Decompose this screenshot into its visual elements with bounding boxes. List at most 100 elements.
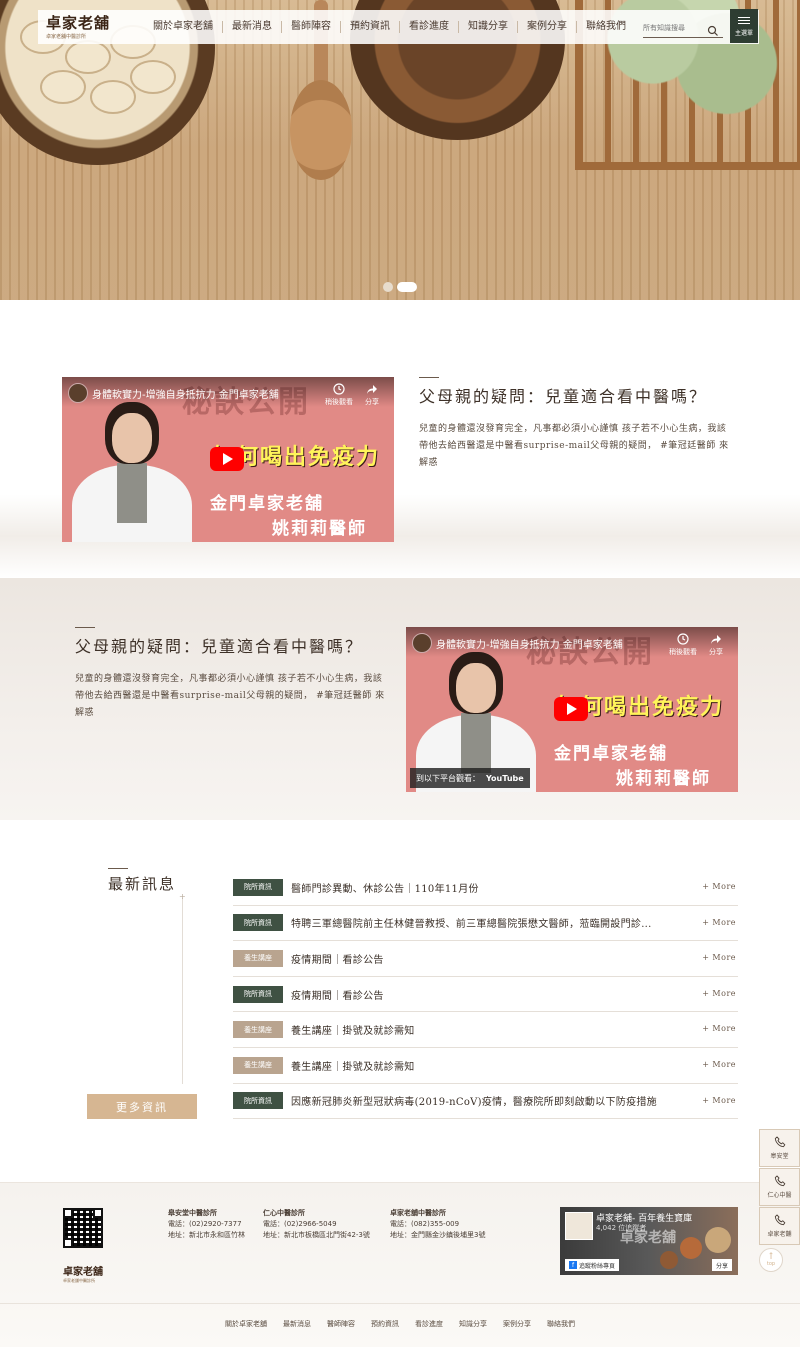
top-label: top xyxy=(766,1261,776,1267)
footer-nav-contact[interactable]: 聯絡我們 xyxy=(539,1319,583,1329)
hamburger-icon xyxy=(738,15,750,26)
news-more-link[interactable]: + More xyxy=(702,1060,736,1069)
nav-cases[interactable]: 案例分享 xyxy=(518,21,577,33)
nav-contact[interactable]: 聯絡我們 xyxy=(577,21,635,33)
back-to-top-button[interactable]: ↑ top xyxy=(759,1248,783,1272)
news-title-link[interactable]: 醫師門診異動、休診公告｜110年11月份 xyxy=(291,880,686,895)
news-more-link[interactable]: + More xyxy=(702,989,736,998)
video-doctor-name: 姚莉莉醫師 xyxy=(272,519,367,539)
video-heading-2: 父母親的疑問：兒童適合看中醫嗎？ xyxy=(75,637,364,656)
channel-avatar[interactable] xyxy=(68,383,88,403)
channel-avatar[interactable] xyxy=(412,633,432,653)
footer-logo[interactable]: 卓家老舖 卓家老舖中醫診所 xyxy=(63,1263,103,1284)
powder-spoon xyxy=(290,80,352,180)
video-title[interactable]: 身體軟實力-增強自身抵抗力 金門卓家老舖 xyxy=(92,386,322,401)
footer-nav-booking[interactable]: 預約資訊 xyxy=(363,1319,407,1329)
news-row[interactable]: 養生講座 養生講座｜掛號及就診需知 + More xyxy=(233,1012,738,1048)
facebook-cover-watermark: 卓家老舖 xyxy=(620,1230,676,1246)
more-news-button[interactable]: 更多資訊 xyxy=(87,1094,197,1119)
video-description-1: 兒童的身體還沒發育完全，凡事都必須小心謹慎 孩子若不小心生病，我該帶他去給西醫還… xyxy=(419,424,729,468)
nav-news[interactable]: 最新消息 xyxy=(223,21,282,33)
share-button[interactable]: 分享 xyxy=(360,383,384,407)
youtube-play-icon[interactable] xyxy=(210,447,244,471)
news-title-link[interactable]: 特聘三軍總醫院前主任林健晉教授、前三軍總醫院張懋文醫師，蒞臨開設門診... xyxy=(291,915,686,930)
clinic-name: 仁心中醫診所 xyxy=(263,1209,305,1217)
float-label: 皋安堂 xyxy=(770,1153,789,1160)
news-row[interactable]: 院所資訊 特聘三軍總醫院前主任林健晉教授、前三軍總醫院張懋文醫師，蒞臨開設門診..… xyxy=(233,906,738,942)
footer-nav-doctors[interactable]: 醫師陣容 xyxy=(319,1319,363,1329)
news-row[interactable]: 院所資訊 疫情期間｜看診公告 + More xyxy=(233,977,738,1013)
share-button[interactable]: 分享 xyxy=(704,633,728,657)
arrow-up-icon: ↑ xyxy=(767,1252,775,1262)
phone-icon xyxy=(774,1175,785,1187)
youtube-video-1[interactable]: 秘訣公開 如何喝出免疫力 金門卓家老舖 姚莉莉醫師 身體軟實力-增強自身抵抗力 … xyxy=(62,377,394,542)
nav-progress[interactable]: 看診進度 xyxy=(400,21,459,33)
footer-nav-cases[interactable]: 案例分享 xyxy=(495,1319,539,1329)
news-row[interactable]: 院所資訊 因應新冠肺炎新型冠狀病毒(2019-nCoV)疫情，醫療院所即刻啟動以下… xyxy=(233,1084,738,1120)
heading-rule xyxy=(419,377,439,378)
follow-label: 追蹤粉絲專頁 xyxy=(579,1262,616,1270)
footer-nav-about[interactable]: 關於卓家老舖 xyxy=(217,1319,275,1329)
news-more-link[interactable]: + More xyxy=(702,1024,736,1033)
share-label: 分享 xyxy=(365,398,379,406)
watch-on-youtube-bar[interactable]: 到以下平台觀看： YouTube xyxy=(410,768,530,788)
facebook-icon: f xyxy=(569,1261,577,1269)
news-more-link[interactable]: + More xyxy=(702,882,736,891)
clinic-info-2: 仁心中醫診所 電話：(02)2966-5049 地址：新北市板橋區北門街42-3… xyxy=(263,1208,370,1241)
facebook-share-button[interactable]: 分享 xyxy=(711,1259,732,1271)
site-logo[interactable]: 卓家老舖 卓家老舖中醫診所 xyxy=(46,12,118,42)
news-row[interactable]: 養生講座 疫情期間｜看診公告 + More xyxy=(233,941,738,977)
clinic-phone[interactable]: 電話：(082)355-009 xyxy=(390,1219,485,1230)
slider-dot-1[interactable] xyxy=(383,282,393,292)
search-input[interactable] xyxy=(643,23,707,32)
youtube-play-icon[interactable] xyxy=(554,697,588,721)
video-text-2: 父母親的疑問：兒童適合看中醫嗎？ 兒童的身體還沒發育完全，凡事都必須小心謹慎 孩… xyxy=(75,627,385,722)
news-title-link[interactable]: 養生講座｜掛號及就診需知 xyxy=(291,1058,686,1073)
news-title-link[interactable]: 疫情期間｜看診公告 xyxy=(291,951,686,966)
nav-booking[interactable]: 預約資訊 xyxy=(341,21,400,33)
share-icon xyxy=(711,635,721,644)
news-row[interactable]: 養生講座 養生講座｜掛號及就診需知 + More xyxy=(233,1048,738,1084)
news-row[interactable]: 院所資訊 醫師門診異動、休診公告｜110年11月份 + More xyxy=(233,870,738,906)
call-clinic-2-button[interactable]: 仁心中醫 xyxy=(759,1168,800,1206)
news-more-link[interactable]: + More xyxy=(702,1096,736,1105)
clinic-phone[interactable]: 電話：(02)2966-5049 xyxy=(263,1219,370,1230)
video-section-2: 父母親的疑問：兒童適合看中醫嗎？ 兒童的身體還沒發育完全，凡事都必須小心謹慎 孩… xyxy=(0,578,800,820)
clinic-address: 地址：新北市板橋區北門街42-3號 xyxy=(263,1231,370,1239)
facebook-page-widget[interactable]: 卓家老舖- 百年養生寶庫 4,042 位追蹤者 卓家老舖 f 追蹤粉絲專頁 分享 xyxy=(560,1207,738,1275)
news-more-link[interactable]: + More xyxy=(702,953,736,962)
news-heading: 最新訊息 xyxy=(108,868,176,894)
news-title-link[interactable]: 因應新冠肺炎新型冠狀病毒(2019-nCoV)疫情，醫療院所即刻啟動以下防疫措施 xyxy=(291,1093,686,1108)
share-label: 分享 xyxy=(715,1262,728,1270)
news-category-tag: 養生講座 xyxy=(233,1056,283,1074)
nav-knowledge[interactable]: 知識分享 xyxy=(459,21,518,33)
footer-nav-progress[interactable]: 看診進度 xyxy=(407,1319,451,1329)
nav-about[interactable]: 關於卓家老舖 xyxy=(144,21,223,33)
call-clinic-1-button[interactable]: 皋安堂 xyxy=(759,1129,800,1167)
footer-nav-knowledge[interactable]: 知識分享 xyxy=(451,1319,495,1329)
main-menu-button[interactable]: 主選單 xyxy=(730,9,758,43)
phone-icon xyxy=(774,1214,785,1226)
call-clinic-3-button[interactable]: 卓家老舖 xyxy=(759,1207,800,1245)
video-doctor-name: 姚莉莉醫師 xyxy=(616,769,711,789)
footer-nav-news[interactable]: 最新消息 xyxy=(275,1319,319,1329)
hero-banner xyxy=(0,0,800,300)
clock-icon xyxy=(333,383,345,395)
watch-later-button[interactable]: 稍後觀看 xyxy=(324,383,354,407)
slider-dot-2[interactable] xyxy=(397,282,417,292)
nav-doctors[interactable]: 醫師陣容 xyxy=(282,21,341,33)
clinic-phone[interactable]: 電話：(02)2920-7377 xyxy=(168,1219,245,1230)
clinic-info-1: 皋安堂中醫診所 電話：(02)2920-7377 地址：新北市永和區竹林 xyxy=(168,1208,245,1241)
news-title-link[interactable]: 養生講座｜掛號及就診需知 xyxy=(291,1022,686,1037)
video-description-2: 兒童的身體還沒發育完全，凡事都必須小心謹慎 孩子若不小心生病，我該帶他去給西醫還… xyxy=(75,674,385,718)
video-title[interactable]: 身體軟實力-增強自身抵抗力 金門卓家老舖 xyxy=(436,636,666,651)
watch-later-label: 稍後觀看 xyxy=(669,648,697,656)
youtube-video-2[interactable]: 秘訣公開 如何喝出免疫力 金門卓家老舖 姚莉莉醫師 身體軟實力-增強自身抵抗力 … xyxy=(406,627,738,792)
facebook-follow-button[interactable]: f 追蹤粉絲專頁 xyxy=(565,1259,620,1271)
news-more-link[interactable]: + More xyxy=(702,918,736,927)
watch-later-button[interactable]: 稍後觀看 xyxy=(668,633,698,657)
news-title-link[interactable]: 疫情期間｜看診公告 xyxy=(291,987,686,1002)
news-category-tag: 院所資訊 xyxy=(233,1092,283,1110)
search-icon[interactable] xyxy=(707,22,719,36)
news-category-tag: 院所資訊 xyxy=(233,985,283,1003)
